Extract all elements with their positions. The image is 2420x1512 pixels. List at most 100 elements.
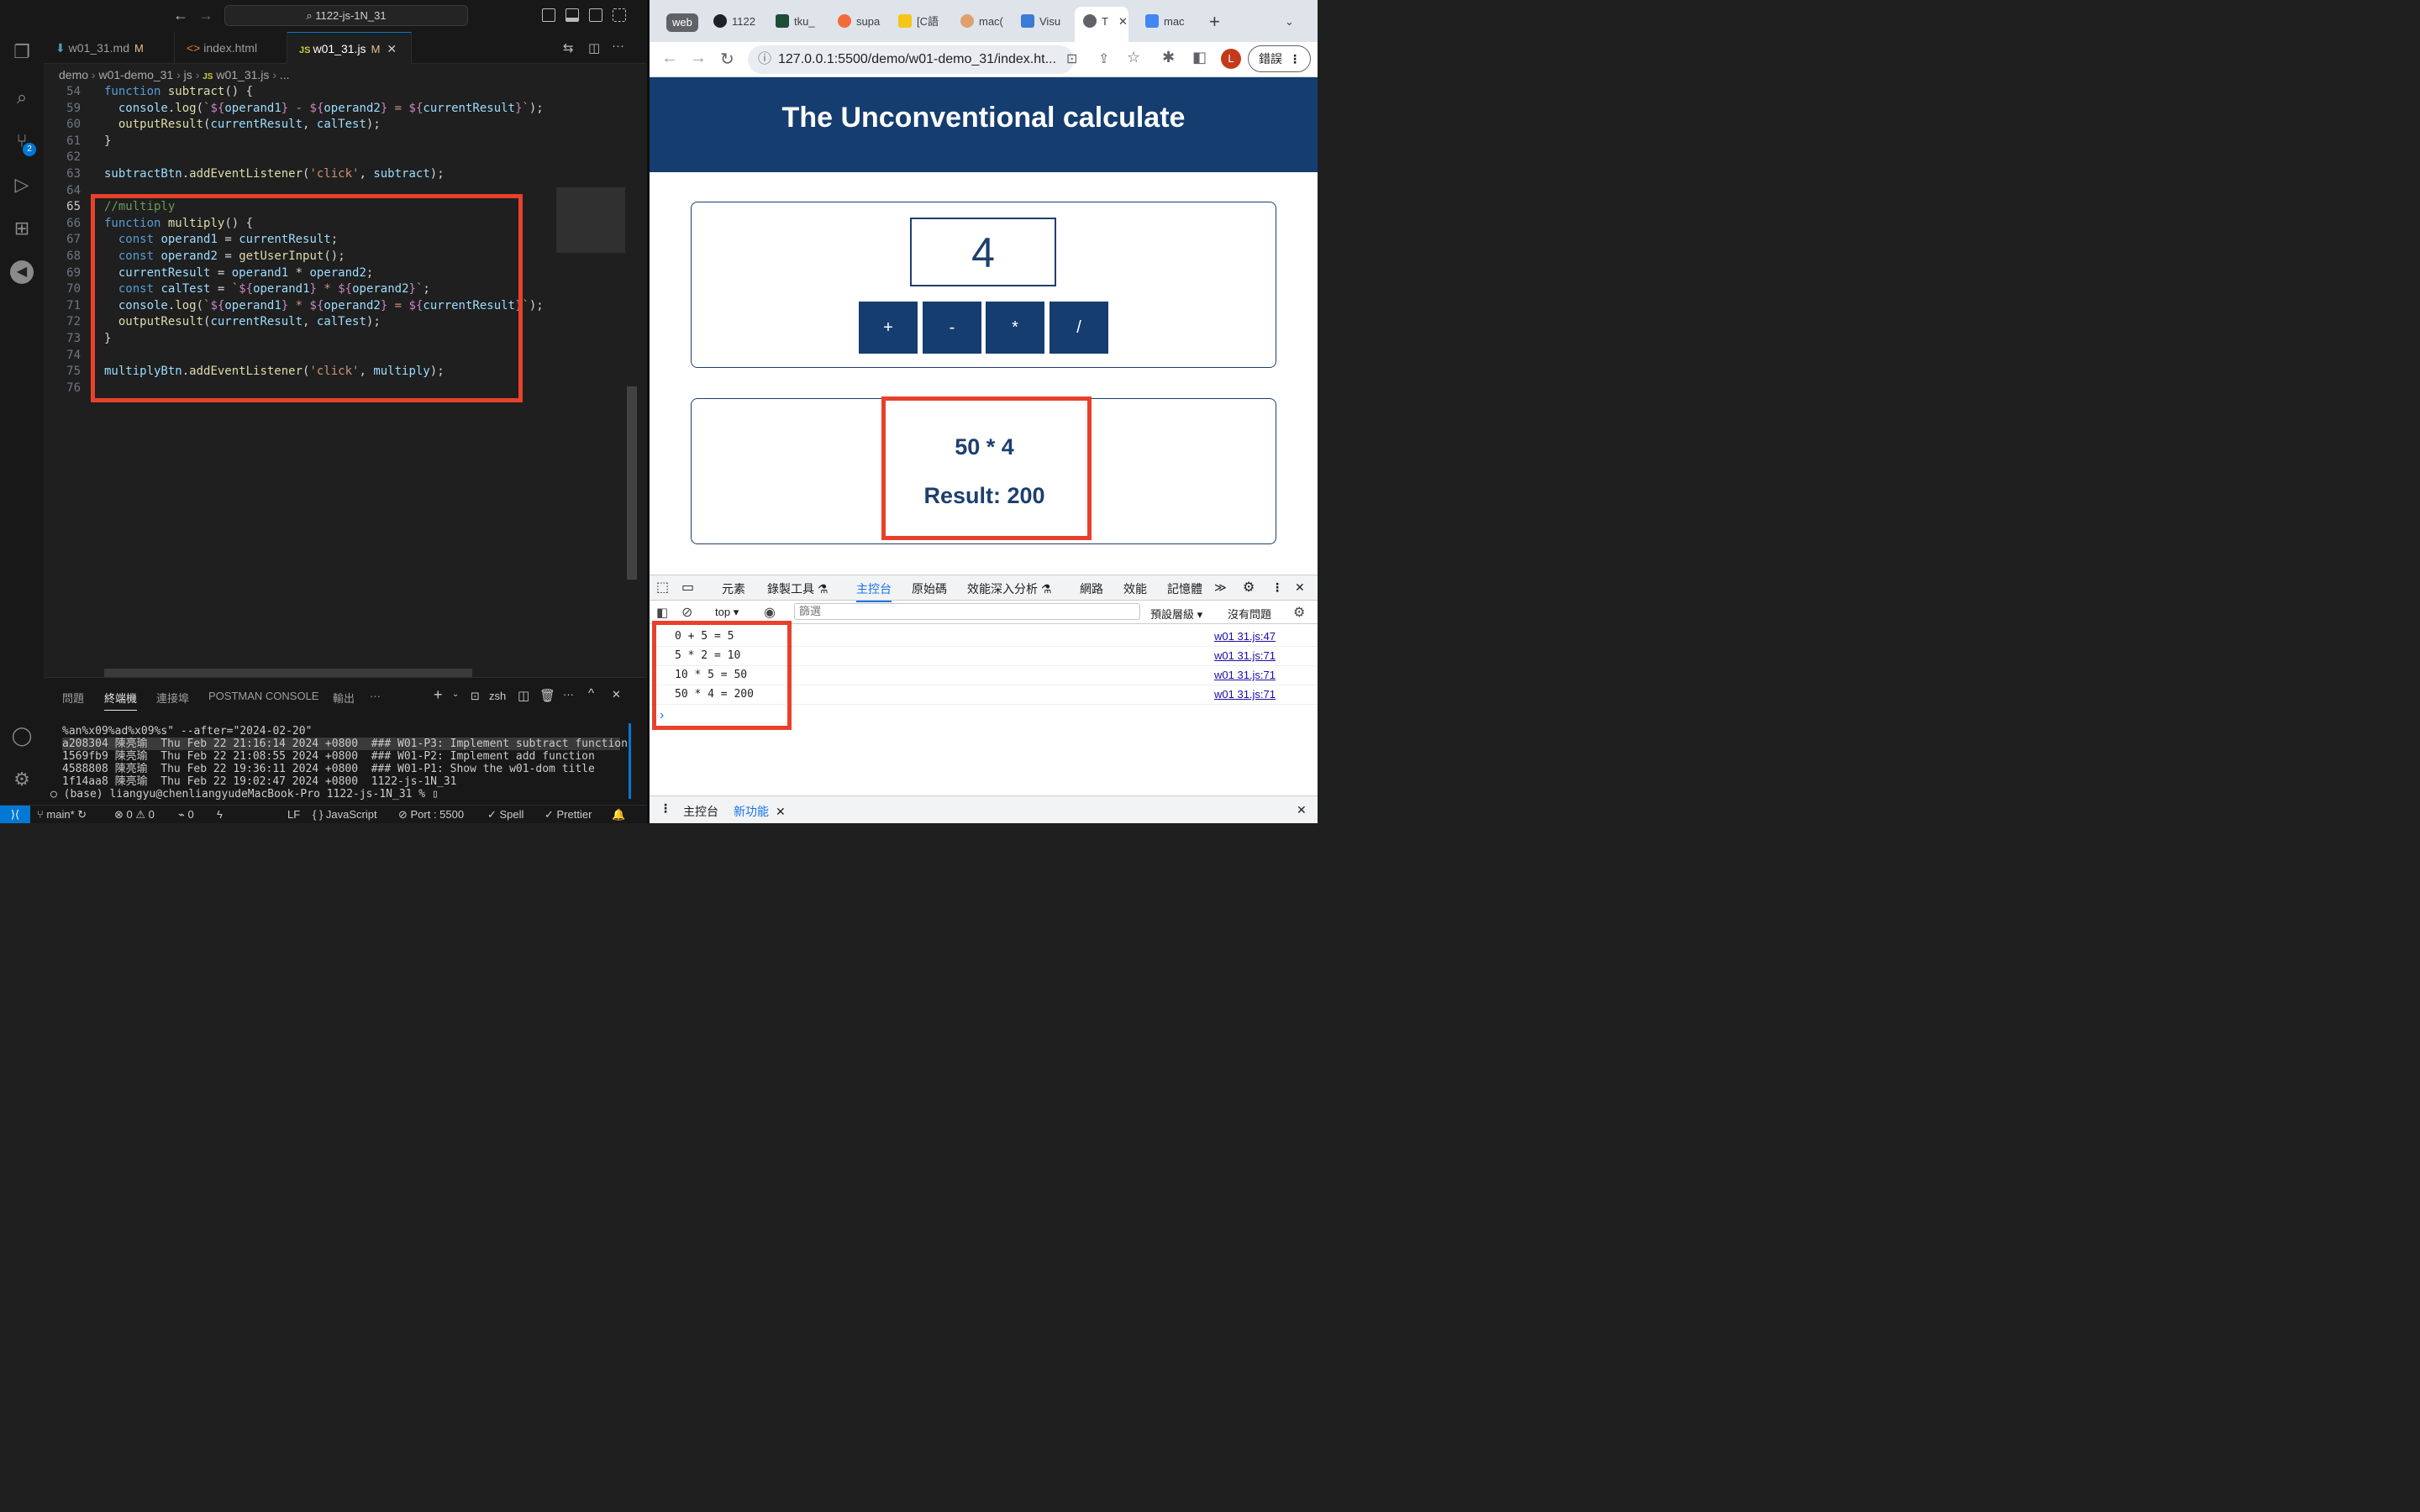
live-share-icon[interactable]: ◀ xyxy=(10,260,34,284)
editor-horizontal-scrollbar[interactable] xyxy=(104,669,472,677)
spell-check[interactable]: ✓ Spell xyxy=(487,806,523,823)
clear-console-icon[interactable]: ⊘ xyxy=(681,604,692,621)
toggle-sidebar-icon[interactable] xyxy=(542,8,555,22)
browser-tab[interactable]: 1122 xyxy=(713,10,755,34)
issues-indicator[interactable]: 沒有問題 xyxy=(1228,606,1271,622)
kebab-menu-icon[interactable]: ⋮ xyxy=(1289,52,1301,66)
devtools-tab-console[interactable]: 主控台 xyxy=(856,580,892,602)
translate-icon[interactable]: ⊡ xyxy=(1066,50,1077,67)
minimap[interactable] xyxy=(556,84,627,677)
extensions-puzzle-icon[interactable]: ✱ xyxy=(1162,49,1175,66)
number-display[interactable]: 4 xyxy=(910,218,1056,286)
source-link[interactable]: w01 31.js:71 xyxy=(1214,647,1276,665)
compare-changes-icon[interactable]: ⇆ xyxy=(563,40,574,55)
more-actions-icon[interactable]: ··· xyxy=(612,39,624,53)
tab-w01-md[interactable]: ⬇ w01_31.md M xyxy=(44,32,175,64)
browser-tab[interactable]: tku_ xyxy=(776,10,815,34)
devtools-tab-recorder[interactable]: 錄製工具 ⚗ xyxy=(767,580,828,597)
language-mode[interactable]: { } JavaScript xyxy=(313,806,377,823)
ports-count[interactable]: ⌁ 0 xyxy=(178,806,194,823)
panel-tab-output[interactable]: 輸出 xyxy=(333,690,355,706)
toggle-panel-icon[interactable] xyxy=(566,8,579,22)
multiply-button[interactable]: * xyxy=(986,302,1044,354)
kebab-menu-icon[interactable]: ⋮ xyxy=(1271,580,1283,595)
source-link[interactable]: w01 31.js:71 xyxy=(1214,666,1276,685)
new-tab-plus-icon[interactable]: + xyxy=(1209,10,1220,34)
subtract-button[interactable]: - xyxy=(923,302,981,354)
inspect-element-icon[interactable]: ⬚ xyxy=(656,579,669,596)
tab-group-web[interactable]: web xyxy=(666,13,698,32)
lightning-icon[interactable]: ϟ xyxy=(217,806,223,823)
bookmark-star-icon[interactable]: ☆ xyxy=(1127,49,1140,66)
terminal-scrollbar[interactable] xyxy=(629,723,631,799)
eye-icon[interactable]: ◉ xyxy=(764,604,776,621)
log-levels-dropdown[interactable]: 預設層級 ▾ xyxy=(1150,606,1202,622)
problems-count[interactable]: ⊗ 0 ⚠ 0 xyxy=(114,806,155,823)
tab-w01-js[interactable]: JS w01_31.js M ✕ xyxy=(287,32,412,64)
browser-tab[interactable]: mac xyxy=(1145,10,1185,34)
add-button[interactable]: + xyxy=(859,302,918,354)
close-tab-icon[interactable]: ✕ xyxy=(387,42,397,55)
settings-gear-icon[interactable]: ⚙ xyxy=(10,768,34,791)
browser-tab-active-label[interactable]: T ✕ xyxy=(1083,10,1128,34)
remote-icon[interactable]: ⟩⟨ xyxy=(0,806,30,823)
devtools-settings-gear-icon[interactable]: ⚙ xyxy=(1243,579,1255,596)
browser-tab[interactable]: Visu xyxy=(1021,10,1060,34)
devtools-tab-memory[interactable]: 記憶體 xyxy=(1167,580,1202,597)
devtools-tab-more[interactable]: ≫ xyxy=(1214,580,1227,595)
forward-arrow-icon[interactable]: → xyxy=(198,7,213,24)
devtools-tab-performance[interactable]: 效能 xyxy=(1123,580,1147,597)
terminal-shell-name[interactable]: zsh xyxy=(489,690,506,702)
panel-tab-terminal[interactable]: 終端機 xyxy=(104,690,138,711)
kebab-menu-icon[interactable]: ⋮ xyxy=(660,801,671,816)
trash-icon[interactable]: 🗑 xyxy=(539,688,555,703)
eol-indicator[interactable]: LF xyxy=(287,806,300,823)
panel-tab-postman[interactable]: POSTMAN CONSOLE xyxy=(208,690,318,702)
tab-index-html[interactable]: <> index.html xyxy=(175,32,287,64)
terminal-prompt[interactable]: ○ (base) liangyu@chenliangyudeMacBook-Pr… xyxy=(50,788,439,801)
back-arrow-icon[interactable]: ← xyxy=(661,49,678,68)
devtools-tab-performance-insights[interactable]: 效能深入分析 ⚗ xyxy=(967,580,1051,597)
console-settings-gear-icon[interactable]: ⚙ xyxy=(1293,604,1305,621)
forward-arrow-icon[interactable]: → xyxy=(690,49,707,68)
toggle-secondary-sidebar-icon[interactable] xyxy=(589,8,602,22)
panel-tab-problems[interactable]: 問題 xyxy=(62,690,84,706)
console-filter-input[interactable]: 篩選 xyxy=(794,603,1140,620)
error-button[interactable]: 錯誤 ⋮ xyxy=(1248,45,1311,72)
browser-tab[interactable]: supa xyxy=(838,10,880,34)
customize-layout-icon[interactable] xyxy=(613,8,626,22)
prettier[interactable]: ✓ Prettier xyxy=(544,806,592,823)
live-server-port[interactable]: ⊘ Port : 5500 xyxy=(398,806,464,823)
explorer-icon[interactable]: ❐ xyxy=(10,40,34,64)
panel-tab-more[interactable]: ··· xyxy=(370,690,381,702)
share-icon[interactable]: ⇪ xyxy=(1098,50,1109,67)
browser-tab[interactable]: [C語 xyxy=(898,10,939,34)
panel-tab-ports[interactable]: 連接埠 xyxy=(156,690,189,706)
drawer-tab-whats-new[interactable]: 新功能 ✕ xyxy=(734,803,786,823)
git-branch[interactable]: ⑂ main* ↻ xyxy=(37,806,87,823)
drawer-tab-console[interactable]: 主控台 xyxy=(683,803,718,820)
back-arrow-icon[interactable]: ← xyxy=(173,7,188,24)
split-editor-icon[interactable]: ◫ xyxy=(588,40,600,55)
sidebar-toggle-icon[interactable]: ◧ xyxy=(656,605,668,620)
site-info-icon[interactable]: ⓘ xyxy=(758,45,771,74)
extensions-icon[interactable]: ⊞ xyxy=(10,217,34,240)
run-debug-icon[interactable]: ▷ xyxy=(10,173,34,197)
chevron-down-icon[interactable]: ⌄ xyxy=(1285,10,1294,34)
close-tab-icon[interactable]: ✕ xyxy=(1118,15,1128,28)
notifications-bell-icon[interactable]: 🔔 xyxy=(612,806,625,823)
address-bar[interactable]: ⓘ 127.0.0.1:5500/demo/w01-demo_31/index.… xyxy=(748,45,1074,74)
reload-icon[interactable]: ↻ xyxy=(720,49,734,70)
more-actions-icon[interactable]: ··· xyxy=(563,688,574,701)
account-icon[interactable]: ◯ xyxy=(10,724,34,748)
side-panel-icon[interactable]: ◧ xyxy=(1192,49,1207,66)
source-link[interactable]: w01 31.js:71 xyxy=(1214,685,1276,704)
source-link[interactable]: w01 31.js:47 xyxy=(1214,627,1276,646)
device-toolbar-icon[interactable]: ▭ xyxy=(681,579,694,596)
context-selector[interactable]: top ▾ xyxy=(715,606,739,619)
profile-avatar[interactable]: L xyxy=(1221,49,1241,69)
command-center-search[interactable]: ⌕ 1122-js-1N_31 xyxy=(224,5,468,26)
editor-vertical-scrollbar[interactable] xyxy=(627,386,637,580)
close-devtools-icon[interactable]: ✕ xyxy=(1295,580,1305,595)
chevron-down-icon[interactable]: ⌄ xyxy=(452,690,459,699)
